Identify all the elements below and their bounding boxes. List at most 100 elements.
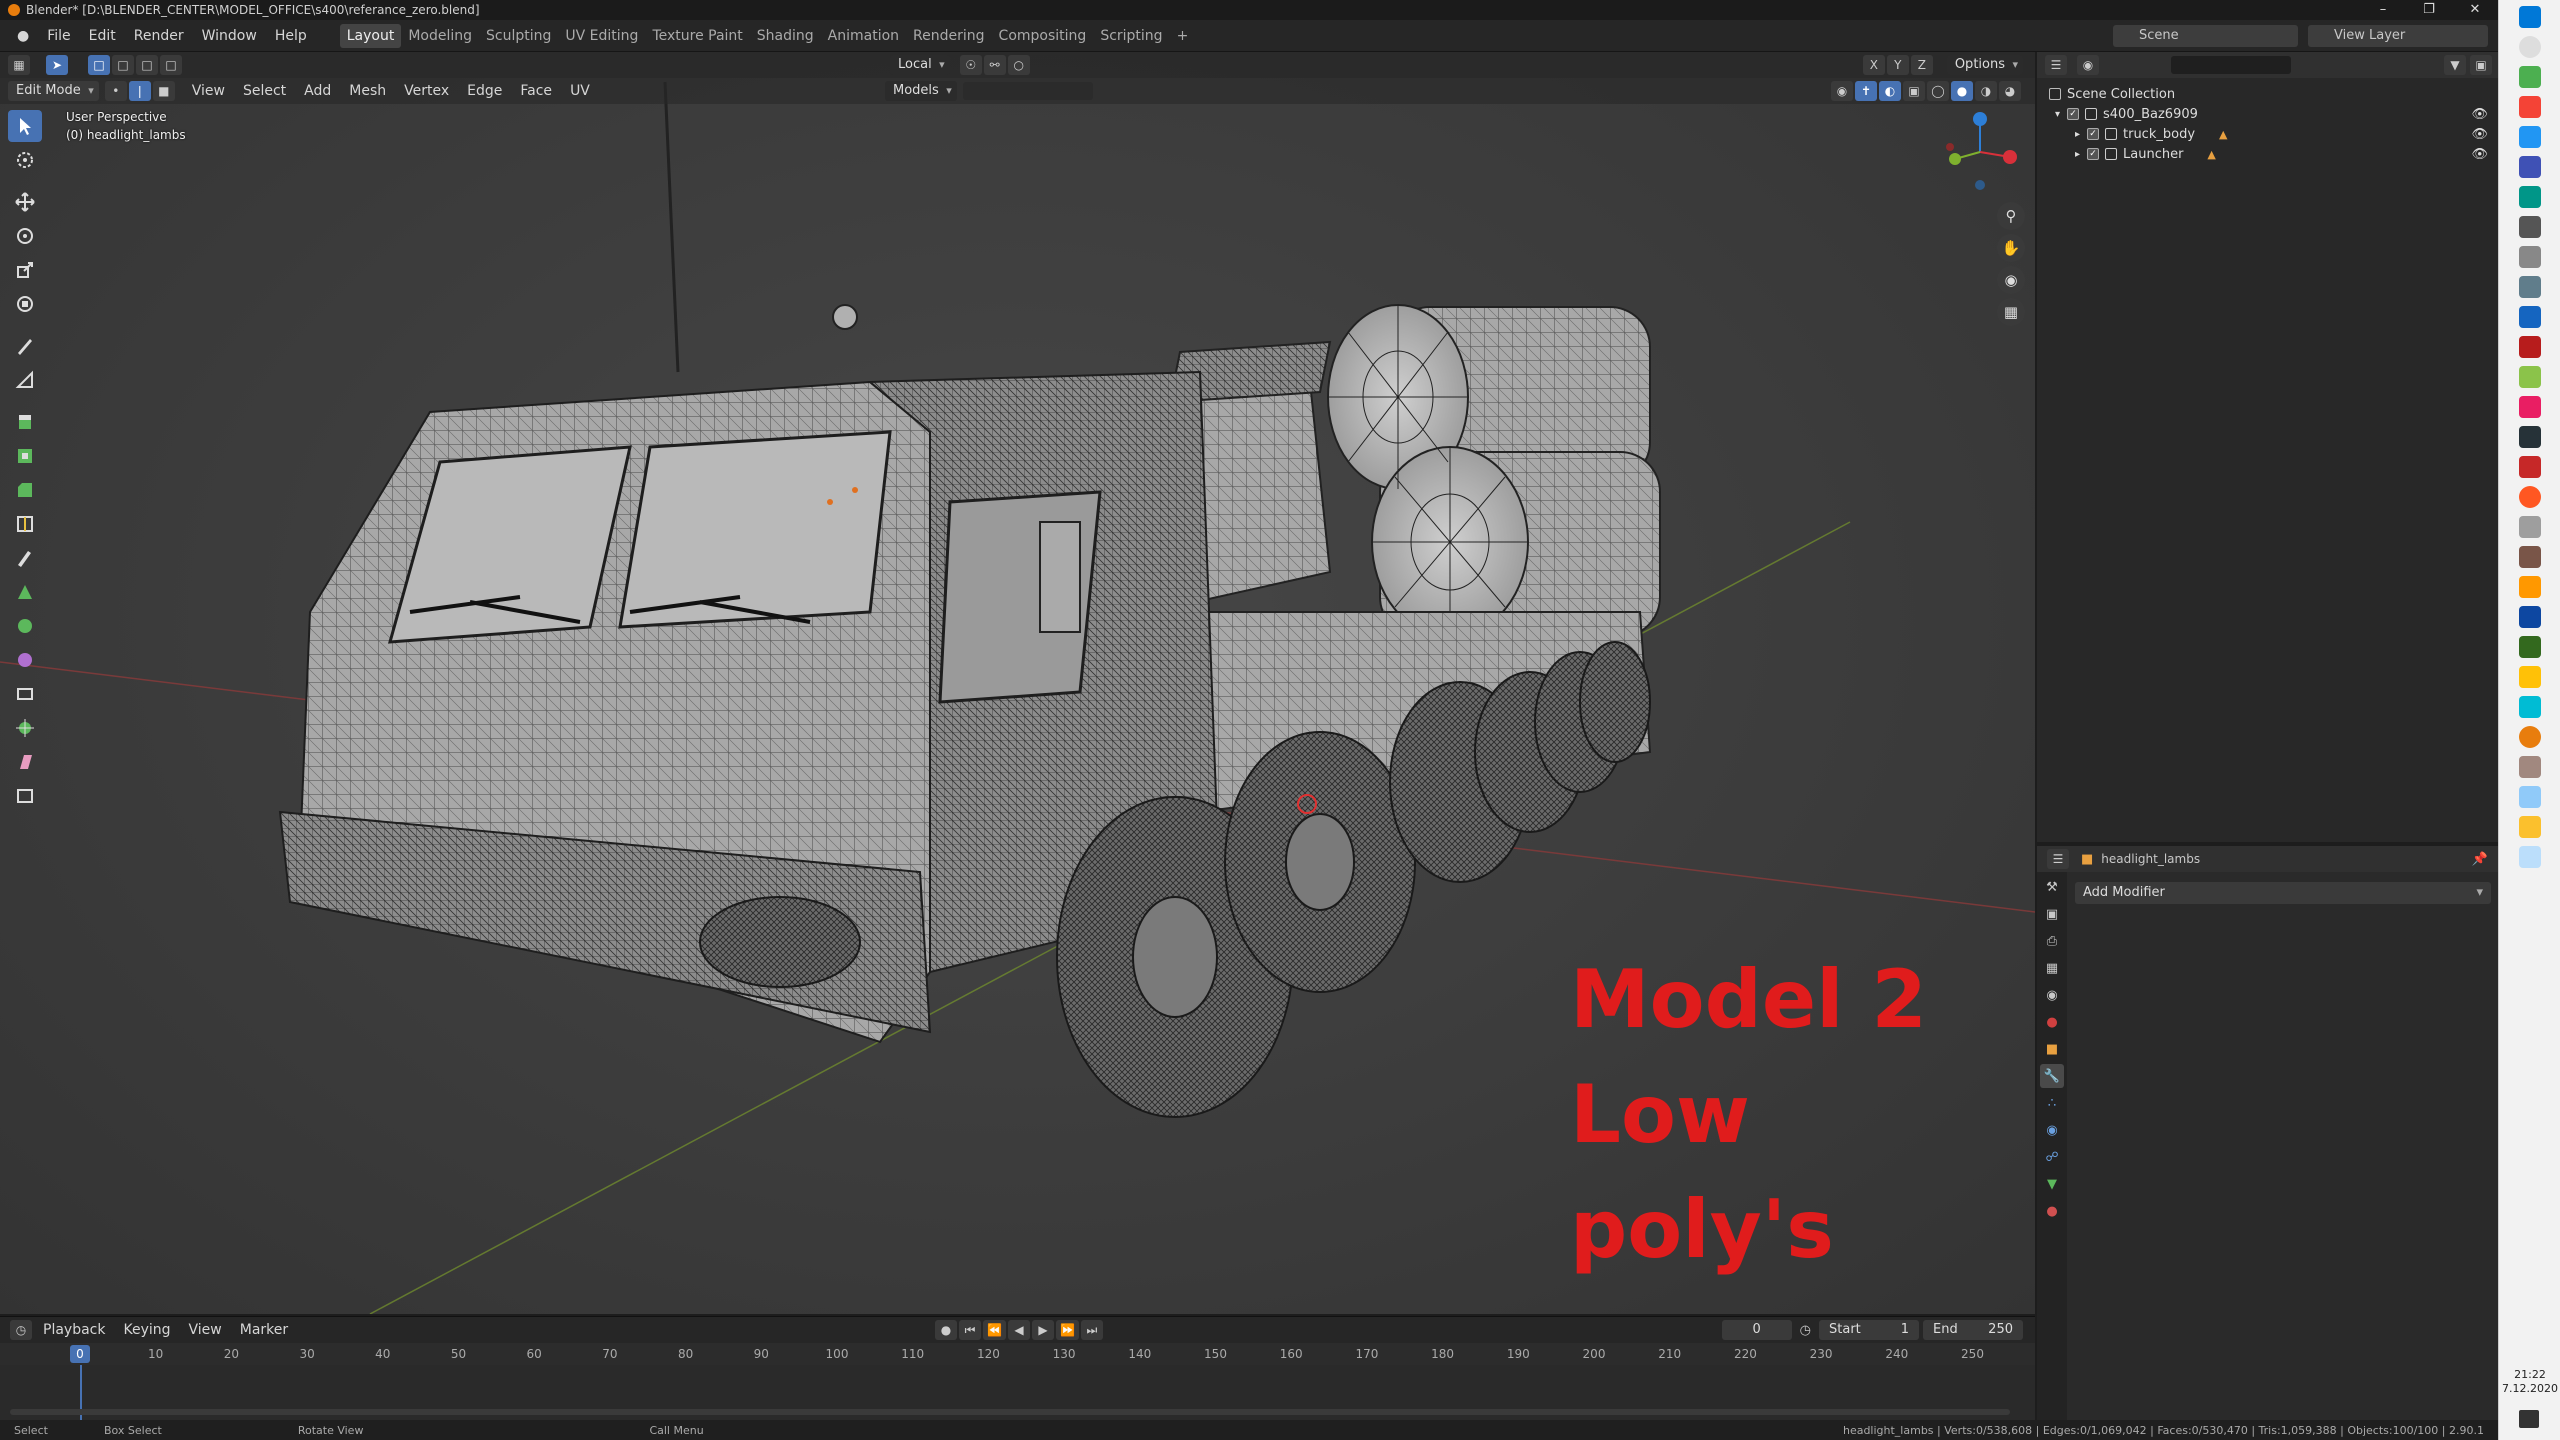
app-icon-8[interactable] bbox=[2518, 306, 2541, 328]
box-select-mode-extend-button[interactable]: □ bbox=[112, 55, 134, 75]
mirror-axis-z-button[interactable]: Z bbox=[1910, 55, 1933, 75]
shear-tool-icon[interactable] bbox=[8, 746, 42, 778]
app-icon-4[interactable] bbox=[2518, 186, 2541, 208]
outliner-item-s400[interactable]: ▾ ✓ s400_Baz6909 👁 bbox=[2049, 104, 2498, 124]
tab-animation[interactable]: Animation bbox=[821, 24, 906, 48]
prev-keyframe-icon[interactable]: ⏪ bbox=[983, 1320, 1006, 1340]
opera-icon[interactable] bbox=[2518, 486, 2541, 508]
include-checkbox[interactable]: ✓ bbox=[2067, 108, 2079, 120]
loop-cut-tool-icon[interactable] bbox=[8, 508, 42, 540]
outliner-item-truck-body[interactable]: ▸ ✓ truck_body ▲ 👁 bbox=[2049, 124, 2498, 144]
app-icon-17[interactable] bbox=[2518, 636, 2541, 658]
app-icon-6[interactable] bbox=[2518, 246, 2541, 268]
zoom-icon[interactable]: ⚲ bbox=[1997, 202, 2025, 230]
modifier-tab-icon[interactable]: 🔧 bbox=[2040, 1064, 2064, 1088]
menu-timeline-view[interactable]: View bbox=[180, 1322, 231, 1338]
rip-tool-icon[interactable] bbox=[8, 780, 42, 812]
pin-icon[interactable]: 📌 bbox=[2472, 852, 2488, 867]
material-tab-icon[interactable]: ● bbox=[2040, 1199, 2064, 1223]
mode-dropdown[interactable]: Edit Mode bbox=[8, 81, 99, 101]
constraints-tab-icon[interactable]: ☍ bbox=[2040, 1145, 2064, 1169]
edge-slide-tool-icon[interactable] bbox=[8, 678, 42, 710]
add-modifier-dropdown[interactable]: Add Modifier ▾ bbox=[2075, 882, 2491, 904]
annotate-tool-icon[interactable] bbox=[8, 330, 42, 362]
tab-uv-editing[interactable]: UV Editing bbox=[558, 24, 645, 48]
visibility-eye-icon[interactable]: 👁 bbox=[2471, 147, 2488, 162]
app-icon-22[interactable] bbox=[2518, 846, 2541, 868]
tab-shading[interactable]: Shading bbox=[750, 24, 821, 48]
tab-scripting[interactable]: Scripting bbox=[1093, 24, 1169, 48]
blender-menu-icon[interactable]: ● bbox=[8, 28, 38, 44]
restore-button[interactable]: ❐ bbox=[2406, 0, 2452, 20]
select-mode-tweak-button[interactable]: ➤ bbox=[46, 55, 68, 75]
transform-tool-icon[interactable] bbox=[8, 288, 42, 320]
options-dropdown[interactable]: Options bbox=[1946, 55, 2023, 75]
app-icon-7[interactable] bbox=[2518, 276, 2541, 298]
solid-shading-icon[interactable]: ● bbox=[1951, 81, 1973, 101]
app-icon-16[interactable] bbox=[2518, 576, 2541, 598]
menu-view[interactable]: View bbox=[183, 83, 234, 99]
app-icon-13[interactable] bbox=[2518, 456, 2541, 478]
menu-help[interactable]: Help bbox=[266, 28, 316, 44]
poly-build-tool-icon[interactable] bbox=[8, 576, 42, 608]
outliner-item-launcher[interactable]: ▸ ✓ Launcher ▲ 👁 bbox=[2049, 144, 2498, 164]
jump-start-icon[interactable]: ⏮ bbox=[959, 1320, 981, 1340]
app-icon-21[interactable] bbox=[2518, 786, 2541, 808]
tab-texture-paint[interactable]: Texture Paint bbox=[645, 24, 749, 48]
box-select-mode-new-button[interactable]: □ bbox=[88, 55, 110, 75]
camera-view-icon[interactable]: ◉ bbox=[1997, 266, 2025, 294]
collection-search-input[interactable] bbox=[962, 82, 1093, 100]
next-keyframe-icon[interactable]: ⏩ bbox=[1055, 1320, 1079, 1340]
tab-layout[interactable]: Layout bbox=[339, 23, 402, 48]
measure-tool-icon[interactable] bbox=[8, 364, 42, 396]
face-select-icon[interactable]: ■ bbox=[152, 81, 175, 101]
app-icon-15[interactable] bbox=[2518, 546, 2541, 568]
outliner-editor-type-icon[interactable]: ☰ bbox=[2045, 55, 2067, 75]
end-frame-field[interactable]: End 250 bbox=[1923, 1320, 2023, 1340]
menu-file[interactable]: File bbox=[38, 28, 79, 44]
tab-sculpting[interactable]: Sculpting bbox=[479, 24, 558, 48]
move-tool-icon[interactable] bbox=[8, 186, 42, 218]
xray-toggle-icon[interactable]: ▣ bbox=[1903, 81, 1925, 101]
mirror-axis-y-button[interactable]: Y bbox=[1886, 55, 1909, 75]
menu-add[interactable]: Add bbox=[295, 83, 340, 99]
extrude-tool-icon[interactable] bbox=[8, 406, 42, 438]
rendered-shading-icon[interactable]: ◕ bbox=[1999, 81, 2021, 101]
notifications-icon[interactable] bbox=[2519, 1410, 2539, 1428]
jump-end-icon[interactable]: ⏭ bbox=[1080, 1320, 1103, 1340]
menu-vertex[interactable]: Vertex bbox=[395, 83, 458, 99]
app-icon-11[interactable] bbox=[2518, 396, 2541, 418]
expand-chevron-icon[interactable]: ▸ bbox=[2075, 129, 2087, 140]
app-icon-5[interactable] bbox=[2518, 216, 2541, 238]
mirror-axis-x-button[interactable]: X bbox=[1862, 55, 1885, 75]
menu-edge[interactable]: Edge bbox=[458, 83, 511, 99]
blender-taskbar-icon[interactable] bbox=[2518, 726, 2541, 748]
output-tab-icon[interactable]: ⎙ bbox=[2040, 929, 2064, 953]
data-tab-icon[interactable]: ▼ bbox=[2040, 1172, 2064, 1196]
app-icon-3[interactable] bbox=[2518, 156, 2541, 178]
start-frame-field[interactable]: Start 1 bbox=[1819, 1320, 1919, 1340]
record-icon[interactable]: ● bbox=[935, 1320, 957, 1340]
system-clock[interactable]: 21:22 7.12.2020 bbox=[2499, 1368, 2560, 1396]
app-icon-2[interactable] bbox=[2518, 126, 2541, 148]
physics-tab-icon[interactable]: ◉ bbox=[2040, 1118, 2064, 1142]
inset-tool-icon[interactable] bbox=[8, 440, 42, 472]
new-collection-icon[interactable]: ▣ bbox=[2470, 55, 2492, 75]
world-tab-icon[interactable]: ● bbox=[2040, 1010, 2064, 1034]
expand-chevron-icon[interactable]: ▾ bbox=[2055, 109, 2067, 120]
visibility-eye-icon[interactable]: 👁 bbox=[2471, 107, 2488, 122]
tool-tab-icon[interactable]: ⚒ bbox=[2040, 875, 2064, 899]
proportional-edit-icon[interactable]: ○ bbox=[1007, 55, 1030, 75]
outliner-scene-collection[interactable]: Scene Collection bbox=[2049, 84, 2498, 104]
shrink-fatten-tool-icon[interactable] bbox=[8, 712, 42, 744]
app-icon-12[interactable] bbox=[2518, 426, 2541, 448]
overlay-toggle-icon[interactable]: ◐ bbox=[1879, 81, 1901, 101]
view-layer-tab-icon[interactable]: ▦ bbox=[2040, 956, 2064, 980]
visibility-eye-icon[interactable]: 👁 bbox=[2471, 127, 2488, 142]
pan-hand-icon[interactable]: ✋ bbox=[1997, 234, 2025, 262]
menu-window[interactable]: Window bbox=[193, 28, 266, 44]
filter-icon[interactable]: ▼ bbox=[2444, 55, 2466, 75]
timeline-editor-type-icon[interactable]: ◷ bbox=[10, 1320, 32, 1340]
menu-marker[interactable]: Marker bbox=[231, 1322, 297, 1338]
expand-chevron-icon[interactable]: ▸ bbox=[2075, 149, 2087, 160]
